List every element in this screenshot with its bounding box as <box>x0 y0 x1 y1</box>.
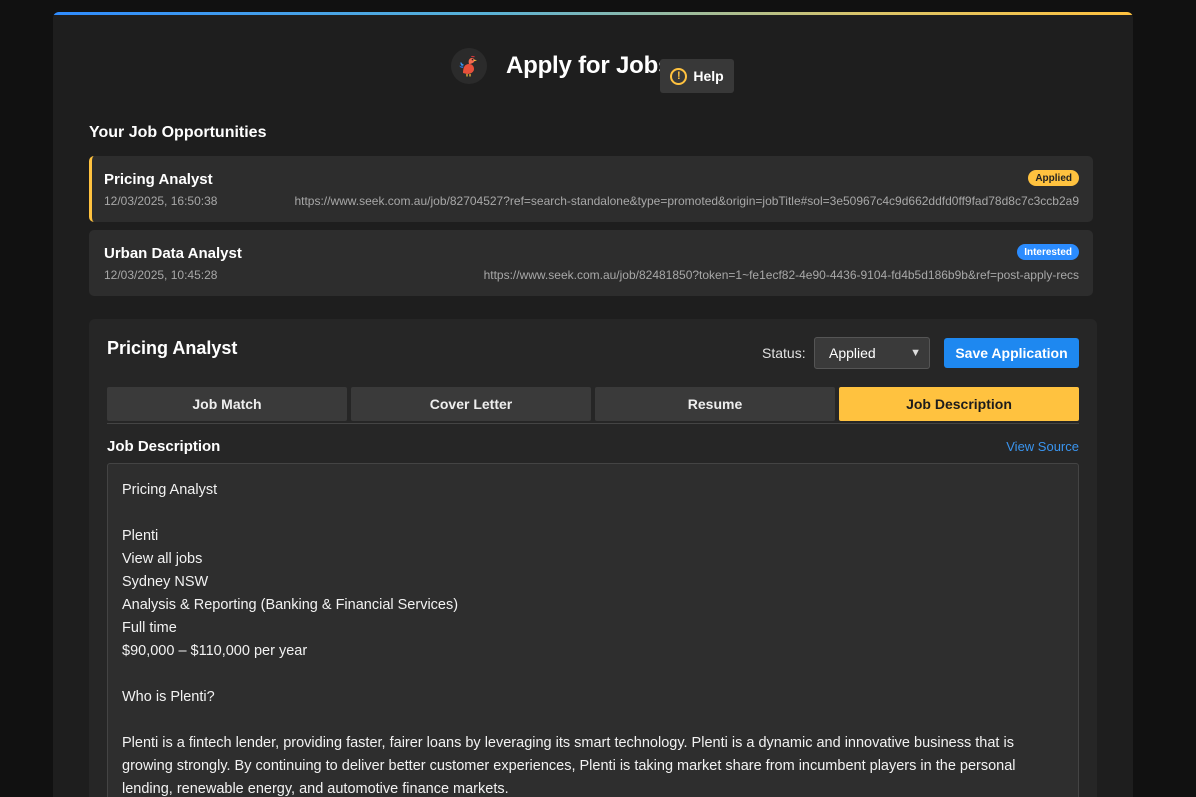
save-application-button[interactable]: Save Application <box>944 338 1079 368</box>
job-card-pricing-analyst[interactable]: Pricing Analyst Applied 12/03/2025, 16:5… <box>89 156 1093 222</box>
job-date: 12/03/2025, 16:50:38 <box>104 194 218 208</box>
job-description-heading: Job Description <box>107 438 221 455</box>
job-description-text: Pricing Analyst Plenti View all jobs Syd… <box>122 482 1016 797</box>
help-button[interactable]: ! Help <box>660 59 734 93</box>
help-label: Help <box>693 68 724 84</box>
status-badge: Interested <box>1017 244 1079 260</box>
tab-cover-letter[interactable]: Cover Letter <box>351 387 591 421</box>
job-url: https://www.seek.com.au/job/82481850?tok… <box>483 268 1079 282</box>
detail-title: Pricing Analyst <box>107 338 238 358</box>
job-detail-panel: Pricing Analyst Status: Applied ▼ Save A… <box>89 319 1097 797</box>
tab-job-match[interactable]: Job Match <box>107 387 347 421</box>
jobs-section-title: Your Job Opportunities <box>89 124 267 141</box>
help-info-icon: ! <box>670 67 688 85</box>
status-select[interactable]: Applied ▼ <box>814 337 930 369</box>
job-title: Pricing Analyst <box>104 171 213 188</box>
rooster-logo-icon <box>451 48 487 84</box>
job-date: 12/03/2025, 10:45:28 <box>104 268 218 282</box>
tab-job-description[interactable]: Job Description <box>839 387 1079 421</box>
chevron-down-icon: ▼ <box>910 347 921 359</box>
app-title: Apply for Jobs <box>506 52 672 79</box>
status-select-value: Applied <box>829 345 876 361</box>
job-title: Urban Data Analyst <box>104 245 242 262</box>
job-description-box[interactable]: Pricing Analyst Plenti View all jobs Syd… <box>107 463 1079 797</box>
app-header: Apply for Jobs ! Help <box>53 48 1133 93</box>
job-card-urban-data-analyst[interactable]: Urban Data Analyst Interested 12/03/2025… <box>89 230 1093 296</box>
tab-resume[interactable]: Resume <box>595 387 835 421</box>
detail-tabs: Job Match Cover Letter Resume Job Descri… <box>107 387 1079 424</box>
job-url: https://www.seek.com.au/job/82704527?ref… <box>294 194 1079 208</box>
gradient-top-bar <box>53 12 1133 15</box>
status-badge: Applied <box>1028 170 1079 186</box>
status-label: Status: <box>762 345 806 361</box>
main-panel: Apply for Jobs ! Help Your Job Opportuni… <box>53 12 1133 797</box>
view-source-link[interactable]: View Source <box>1006 439 1079 454</box>
